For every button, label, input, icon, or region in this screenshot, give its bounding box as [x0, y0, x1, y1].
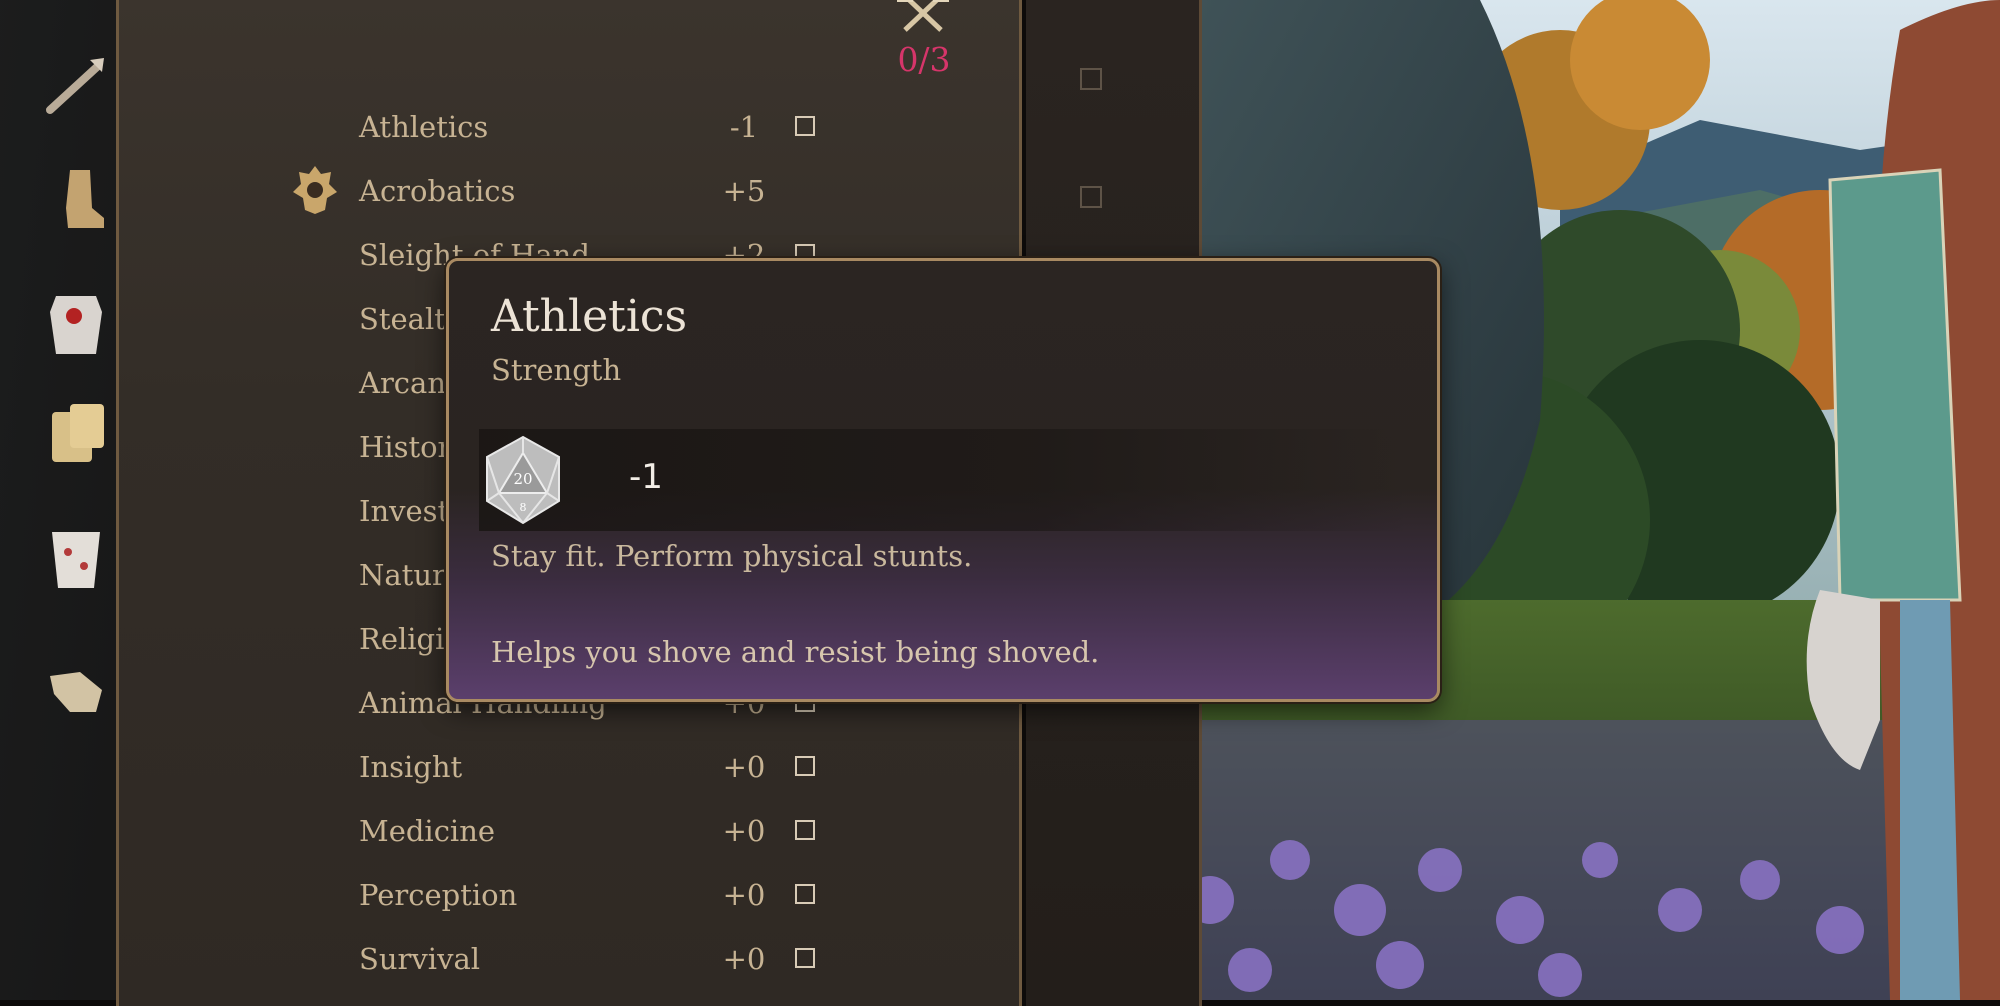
equipment-slot-chest[interactable]: [40, 288, 112, 360]
skill-modifier: +0: [722, 878, 766, 912]
proficiency-checkbox[interactable]: [795, 948, 815, 968]
skill-row-perception[interactable]: Perception +0: [119, 872, 1025, 922]
equipment-slot-boots[interactable]: [40, 162, 112, 234]
skill-tooltip: Athletics Strength 20 8 -1 Stay fit. Per…: [446, 258, 1440, 702]
die-bottom-number: 8: [520, 501, 527, 514]
scroll-icon: [52, 404, 104, 462]
skill-name: Acrobatics: [359, 174, 516, 208]
d20-icon: 20 8: [486, 435, 560, 525]
skill-row-insight[interactable]: Insight +0: [119, 744, 1025, 794]
roll-bar: [479, 429, 1409, 531]
tooltip-roll-value: -1: [629, 457, 663, 497]
skill-row-athletics[interactable]: Athletics -1: [119, 104, 1025, 154]
arrow-icon: [46, 58, 104, 114]
crest-icon: [293, 166, 337, 214]
skill-name: Survival: [359, 942, 481, 976]
die-top-number: 20: [513, 470, 532, 488]
skill-modifier: +0: [722, 750, 766, 784]
skill-name: Insight: [359, 750, 463, 784]
proficiency-checkbox[interactable]: [795, 756, 815, 776]
skill-name: Athletics: [359, 110, 489, 144]
gauntlet-icon: [50, 672, 102, 712]
tooltip-title: Athletics: [491, 291, 688, 342]
equipment-slot-gauntlet[interactable]: [40, 650, 112, 722]
proficiency-checkbox[interactable]: [795, 820, 815, 840]
equipment-slot-cloak[interactable]: [40, 522, 112, 594]
equipment-slot-arrow[interactable]: [40, 50, 112, 122]
tooltip-note: Helps you shove and resist being shoved.: [491, 635, 1100, 669]
side-checkbox[interactable]: [1080, 186, 1102, 208]
crossed-hammers-icon: [897, 0, 949, 32]
proficiency-checkbox[interactable]: [795, 116, 815, 136]
chest-armor-icon: [50, 296, 102, 354]
skill-row-medicine[interactable]: Medicine +0: [119, 808, 1025, 858]
boots-icon: [66, 170, 104, 228]
skill-name: Medicine: [359, 814, 496, 848]
tooltip-ability: Strength: [491, 353, 622, 387]
skill-modifier: +0: [722, 942, 766, 976]
skill-name: Perception: [359, 878, 518, 912]
side-checkbox[interactable]: [1080, 68, 1102, 90]
proficiency-checkbox[interactable]: [795, 884, 815, 904]
proficiency-count: 0/3: [897, 40, 951, 79]
skill-row-survival[interactable]: Survival +0: [119, 936, 1025, 986]
equipment-slot-scroll[interactable]: [40, 398, 112, 470]
skill-modifier: +0: [722, 814, 766, 848]
skill-modifier: -1: [729, 110, 759, 144]
skill-row-acrobatics[interactable]: Acrobatics +5: [119, 166, 1025, 218]
skill-modifier: +5: [722, 174, 766, 208]
tooltip-description: Stay fit. Perform physical stunts.: [491, 539, 973, 573]
cloak-icon: [52, 532, 100, 588]
